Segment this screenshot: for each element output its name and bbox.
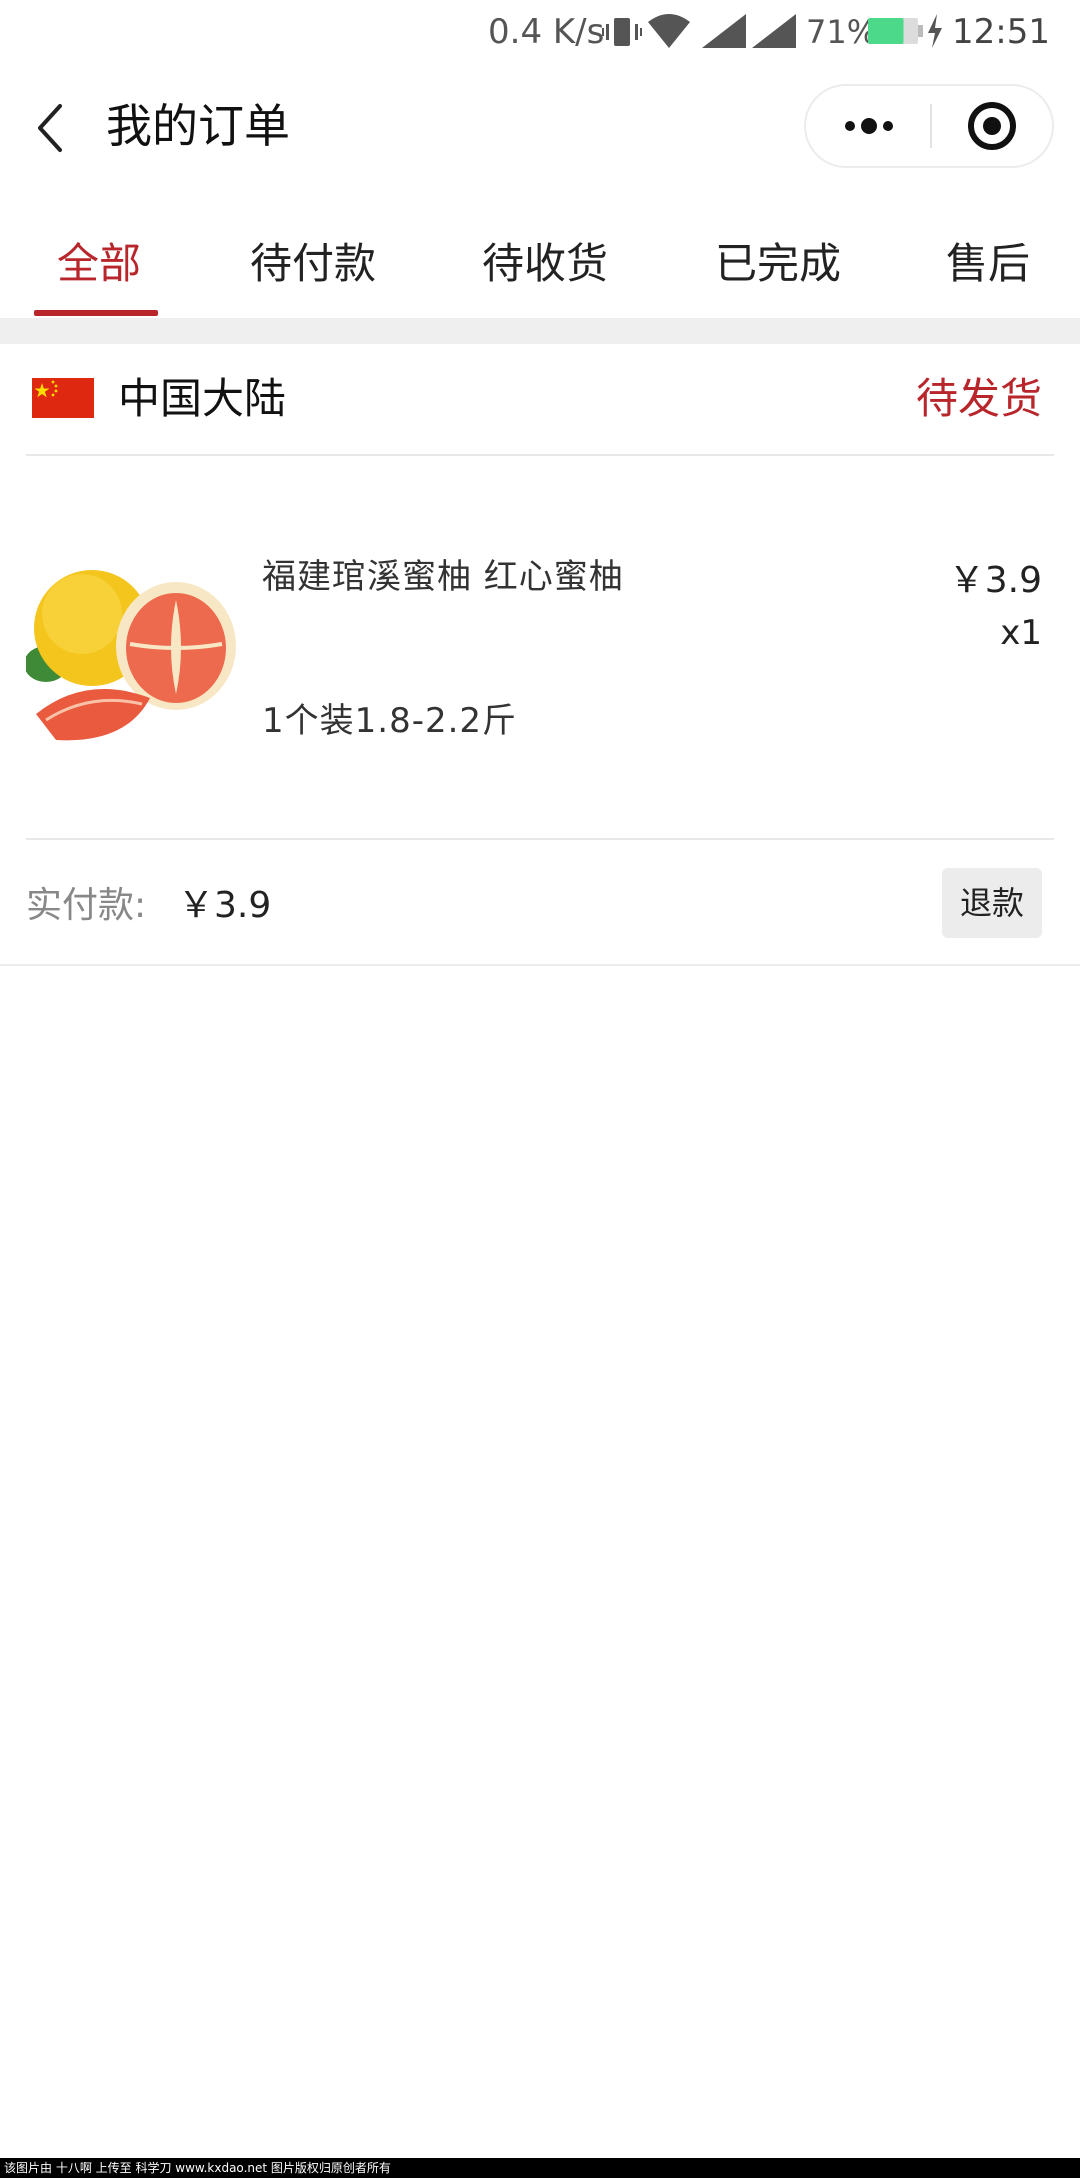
tab-pending-receipt[interactable]: 待收货	[482, 234, 608, 294]
refund-button[interactable]: 退款	[942, 868, 1042, 938]
wifi-icon: ↑↓	[648, 14, 692, 50]
net-speed: 0.4 K/s	[488, 12, 605, 52]
product-quantity: x1	[1000, 613, 1042, 653]
order-tabs: 全部 待付款 待收货 已完成 售后	[0, 220, 1080, 320]
signal-icon	[702, 14, 746, 48]
clock: 12:51	[952, 12, 1050, 52]
charging-icon	[928, 14, 942, 48]
chevron-left-icon[interactable]	[30, 96, 70, 160]
paid-label: 实付款:	[26, 885, 147, 926]
pomelo-image	[26, 544, 238, 756]
order-status: 待发货	[915, 374, 1042, 423]
status-bar: 0.4 K/s ↑↓ 71% 12:51	[0, 0, 1080, 64]
nav-bar: 我的订单	[0, 64, 1080, 192]
divider	[26, 454, 1054, 456]
product-name: 福建琯溪蜜柚 红心蜜柚	[262, 557, 624, 597]
product-price: ￥3.9	[948, 560, 1042, 601]
tab-completed[interactable]: 已完成	[715, 234, 841, 294]
tab-all[interactable]: 全部	[57, 234, 141, 294]
svg-text:↑↓: ↑↓	[672, 37, 692, 50]
signal-icon	[752, 14, 796, 48]
tab-after-sales[interactable]: 售后	[946, 234, 1030, 294]
paid-amount: ￥3.9	[178, 885, 272, 926]
target-close-icon[interactable]	[932, 86, 1054, 166]
battery-percent: 71%	[806, 13, 878, 51]
battery-icon	[868, 18, 923, 44]
watermark: 该图片由 十八啊 上传至 科学刀 www.kxdao.net 图片版权归原创者所…	[0, 2158, 1080, 2178]
active-tab-indicator	[34, 310, 158, 316]
vibrate-icon	[602, 18, 642, 46]
divider	[26, 838, 1054, 840]
tab-pending-payment[interactable]: 待付款	[250, 234, 376, 294]
product-spec: 1个装1.8-2.2斤	[262, 701, 518, 741]
mini-program-capsule	[804, 84, 1054, 168]
china-flag-icon	[32, 378, 94, 418]
more-dots-icon[interactable]	[806, 86, 930, 166]
order-card[interactable]: 中国大陆 待发货 福建琯溪蜜柚 红心蜜柚 1个装1.8-2.2斤 ￥3.9 x1…	[0, 344, 1080, 966]
section-separator	[0, 318, 1080, 344]
divider	[0, 964, 1080, 966]
page-title: 我的订单	[106, 99, 290, 153]
region-name: 中国大陆	[118, 374, 287, 423]
